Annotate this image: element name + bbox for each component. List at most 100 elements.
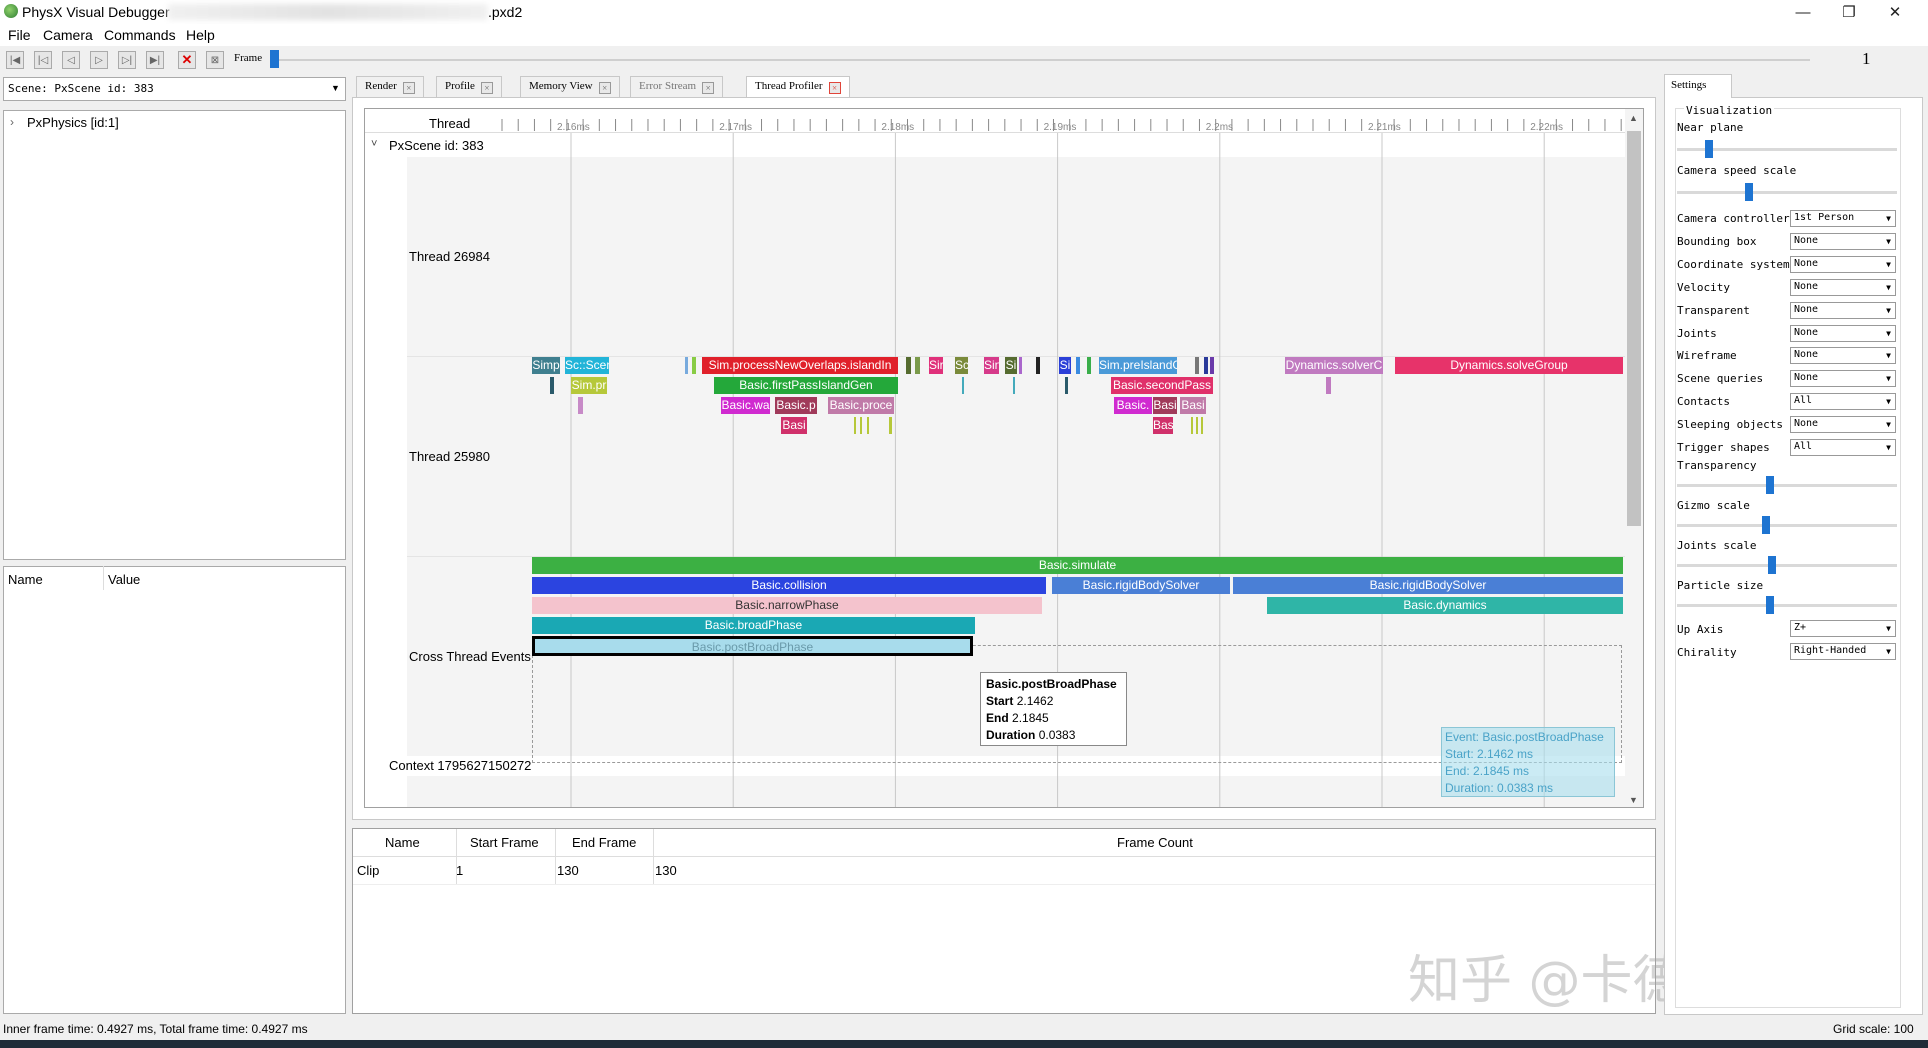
tab-profile[interactable]: Profile × <box>436 76 502 97</box>
chirality-select[interactable]: Right-Handed ▼ <box>1790 643 1896 660</box>
event-bar[interactable] <box>1201 417 1203 434</box>
step-forward-icon[interactable]: ▷| <box>118 51 136 69</box>
event-bar[interactable]: Sir <box>929 357 943 374</box>
event-bar[interactable] <box>1013 377 1015 394</box>
cross-event-simulate[interactable]: Basic.simulate <box>532 557 1623 574</box>
cross-event-broad-phase[interactable]: Basic.broadPhase <box>532 617 975 634</box>
tab-thread-profiler[interactable]: Thread Profiler × <box>746 76 850 97</box>
menu-help[interactable]: Help <box>186 27 215 43</box>
cross-event-rigid-body-solver[interactable]: Basic.rigidBodySolver <box>1233 577 1623 594</box>
event-bar[interactable]: Basi <box>1180 397 1206 414</box>
maximize-button[interactable]: ❐ <box>1826 0 1872 24</box>
collapse-scene-icon[interactable]: ˅ <box>371 138 377 150</box>
tree-item-pxphysics[interactable]: PxPhysics [id:1] <box>27 115 119 130</box>
event-bar[interactable]: Basic. <box>1114 397 1152 414</box>
setting-select[interactable]: None ▼ <box>1790 325 1896 342</box>
transparency-slider[interactable] <box>1677 484 1897 487</box>
event-bar[interactable] <box>1326 377 1331 394</box>
event-bar[interactable] <box>1195 357 1199 374</box>
event-bar[interactable] <box>1204 357 1208 374</box>
tab-memory-view[interactable]: Memory View × <box>520 76 620 97</box>
event-bar[interactable]: Simp <box>532 357 560 374</box>
particle-size-slider[interactable] <box>1677 604 1897 607</box>
event-bar[interactable]: Sc <box>955 357 968 374</box>
step-back-icon[interactable]: |◁ <box>34 51 52 69</box>
scrollbar-thumb[interactable] <box>1627 131 1641 526</box>
event-bar[interactable]: Dynamics.solveGroup <box>1395 357 1623 374</box>
tree-expander-icon[interactable]: › <box>10 115 14 129</box>
event-bar[interactable] <box>685 357 688 374</box>
close-window-button[interactable]: ✕ <box>1872 0 1918 24</box>
event-bar[interactable] <box>906 357 911 374</box>
close-icon[interactable]: × <box>480 82 493 94</box>
event-bar[interactable]: Sin <box>984 357 999 374</box>
event-bar[interactable] <box>550 377 554 394</box>
setting-select[interactable]: None ▼ <box>1790 416 1896 433</box>
stop-icon[interactable]: ✕ <box>178 51 196 69</box>
setting-select[interactable]: All ▼ <box>1790 439 1896 456</box>
event-bar[interactable]: Sim.preIslandGen.is <box>1099 357 1177 374</box>
setting-select[interactable]: None ▼ <box>1790 233 1896 250</box>
up-axis-select[interactable]: Z+ ▼ <box>1790 620 1896 637</box>
event-bar[interactable]: Sim.processNewOverlaps.islandIn <box>702 357 898 374</box>
tab-error-stream[interactable]: Error Stream × <box>630 76 724 97</box>
go-to-end-icon[interactable]: ▶| <box>146 51 164 69</box>
event-bar[interactable] <box>1076 357 1080 374</box>
event-bar[interactable]: Basic.wa <box>721 397 770 414</box>
cross-event-post-broad-phase[interactable]: Basic.postBroadPhase <box>532 636 973 656</box>
event-bar[interactable] <box>1087 357 1091 374</box>
setting-select[interactable]: None ▼ <box>1790 370 1896 387</box>
play-icon[interactable]: ▷ <box>90 51 108 69</box>
event-bar[interactable]: Sc::Scen <box>565 357 609 374</box>
event-bar[interactable]: Si <box>1059 357 1071 374</box>
camera-speed-slider[interactable] <box>1677 191 1897 194</box>
scroll-down-icon[interactable]: ▼ <box>1629 795 1638 805</box>
slider-thumb[interactable] <box>1766 596 1775 614</box>
setting-select[interactable]: 1st Person ▼ <box>1790 210 1896 227</box>
menu-camera[interactable]: Camera <box>43 27 93 43</box>
event-bar[interactable] <box>962 377 964 394</box>
gizmo-scale-slider[interactable] <box>1677 524 1897 527</box>
slider-thumb[interactable] <box>1704 140 1713 158</box>
frame-slider-thumb[interactable] <box>270 50 279 68</box>
frame-slider-track[interactable] <box>272 59 1810 61</box>
tab-settings[interactable]: Settings <box>1664 74 1732 98</box>
slider-thumb[interactable] <box>1766 476 1775 494</box>
play-back-icon[interactable]: ◁ <box>62 51 80 69</box>
close-icon[interactable]: × <box>828 82 841 94</box>
event-bar[interactable] <box>578 397 583 414</box>
minimize-button[interactable]: — <box>1780 0 1826 24</box>
cross-event-collision[interactable]: Basic.collision <box>532 577 1046 594</box>
setting-select[interactable]: All ▼ <box>1790 393 1896 410</box>
tab-render[interactable]: Render × <box>356 76 424 97</box>
chevron-down-icon[interactable]: ▼ <box>331 83 340 93</box>
event-bar[interactable] <box>854 417 856 434</box>
setting-select[interactable]: None ▼ <box>1790 279 1896 296</box>
table-row[interactable] <box>353 857 1655 885</box>
setting-select[interactable]: None ▼ <box>1790 347 1896 364</box>
cross-event-dynamics[interactable]: Basic.dynamics <box>1267 597 1623 614</box>
event-bar[interactable]: Basic.firstPassIslandGen <box>714 377 898 394</box>
event-bar[interactable] <box>1191 417 1193 434</box>
event-bar[interactable]: Dynamics.solverC <box>1285 357 1383 374</box>
event-bar[interactable] <box>1196 417 1198 434</box>
event-bar[interactable]: Basic.secondPass <box>1111 377 1213 394</box>
event-bar[interactable] <box>692 357 696 374</box>
scene-select[interactable]: Scene: PxScene id: 383 <box>3 77 346 101</box>
joints-scale-slider[interactable] <box>1677 564 1897 567</box>
event-bar[interactable] <box>915 357 920 374</box>
event-bar[interactable] <box>1036 357 1040 374</box>
event-bar[interactable] <box>1210 357 1214 374</box>
event-bar[interactable]: Basi <box>1153 397 1177 414</box>
event-bar[interactable] <box>889 417 892 434</box>
cross-event-narrow-phase[interactable]: Basic.narrowPhase <box>532 597 1042 614</box>
setting-select[interactable]: None ▼ <box>1790 256 1896 273</box>
event-bar[interactable] <box>1019 357 1022 374</box>
scroll-up-icon[interactable]: ▲ <box>1629 113 1638 123</box>
slider-thumb[interactable] <box>1744 183 1753 201</box>
menu-file[interactable]: File <box>8 27 31 43</box>
slider-thumb[interactable] <box>1768 556 1777 574</box>
close-icon[interactable]: × <box>402 82 415 94</box>
event-bar[interactable] <box>860 417 862 434</box>
event-bar[interactable] <box>867 417 869 434</box>
